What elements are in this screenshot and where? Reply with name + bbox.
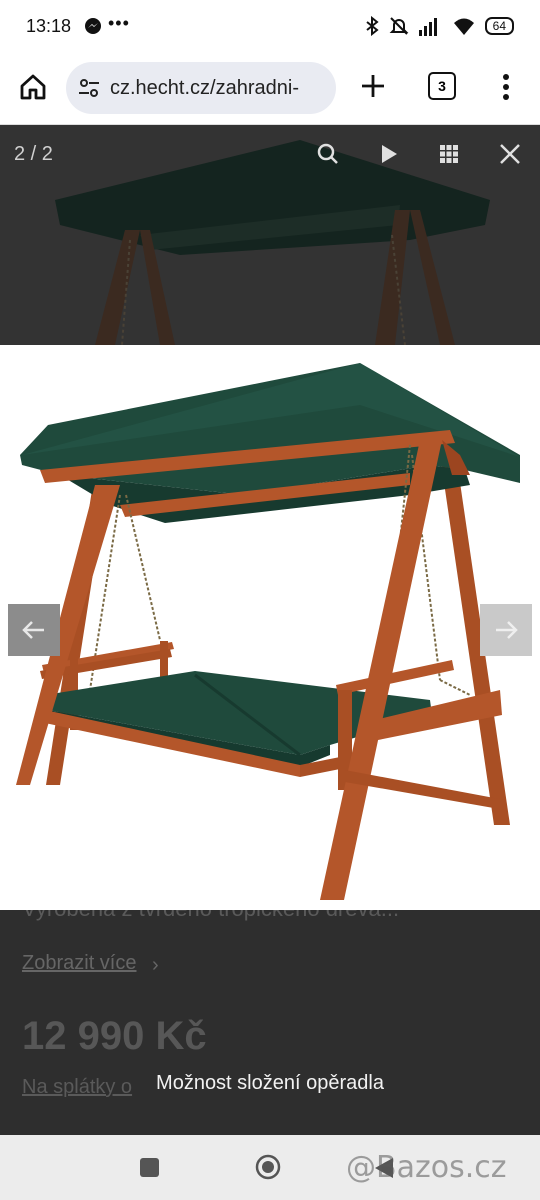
status-bar: 13:18 ••• 64 <box>0 0 540 56</box>
wifi-icon <box>453 18 474 35</box>
url-text[interactable]: cz.hecht.cz/zahradni- <box>110 77 299 100</box>
watermark: @Bazos.cz <box>346 1150 507 1185</box>
plus-icon[interactable] <box>356 69 390 103</box>
tabs-icon[interactable]: 3 <box>428 72 456 100</box>
chevron-right-icon: › <box>152 954 159 976</box>
close-icon[interactable] <box>492 136 528 172</box>
previous-image-button[interactable] <box>8 604 60 656</box>
search-icon[interactable] <box>310 136 346 172</box>
bluetooth-icon <box>366 16 379 36</box>
browser-toolbar: cz.hecht.cz/zahradni- 3 <box>0 56 540 125</box>
lightbox-image[interactable] <box>0 345 540 910</box>
messenger-icon <box>85 18 101 34</box>
signal-icon <box>418 18 437 36</box>
address-bar[interactable]: cz.hecht.cz/zahradni- <box>66 62 336 114</box>
swing-bed-illustration <box>16 363 520 900</box>
more-dots-icon: ••• <box>108 13 130 33</box>
image-counter: 2 / 2 <box>14 143 53 165</box>
mute-icon <box>389 17 409 35</box>
clock: 13:18 <box>26 16 72 36</box>
dimmed-product-details: Vyrobená z tvrdého tropického dřeva... Z… <box>0 910 540 1135</box>
battery-icon: 64 <box>484 17 514 35</box>
play-icon[interactable] <box>370 136 406 172</box>
description-snippet: Vyrobená z tvrdého tropického dřeva... <box>22 910 399 922</box>
arrow-left-icon <box>22 621 44 639</box>
next-image-button[interactable] <box>480 604 532 656</box>
image-caption: Možnost složení opěradla <box>156 1072 384 1094</box>
price: 12 990 Kč <box>22 1014 207 1058</box>
arrow-right-icon <box>496 621 518 639</box>
show-more-link: Zobrazit více <box>22 952 137 974</box>
recents-button[interactable] <box>140 1158 159 1177</box>
home-nav-button[interactable] <box>255 1154 281 1180</box>
grid-icon[interactable] <box>431 136 467 172</box>
tune-icon[interactable] <box>78 78 100 98</box>
menu-icon[interactable] <box>496 70 516 104</box>
status-icons: 64 <box>365 14 514 38</box>
home-icon[interactable] <box>16 70 50 104</box>
